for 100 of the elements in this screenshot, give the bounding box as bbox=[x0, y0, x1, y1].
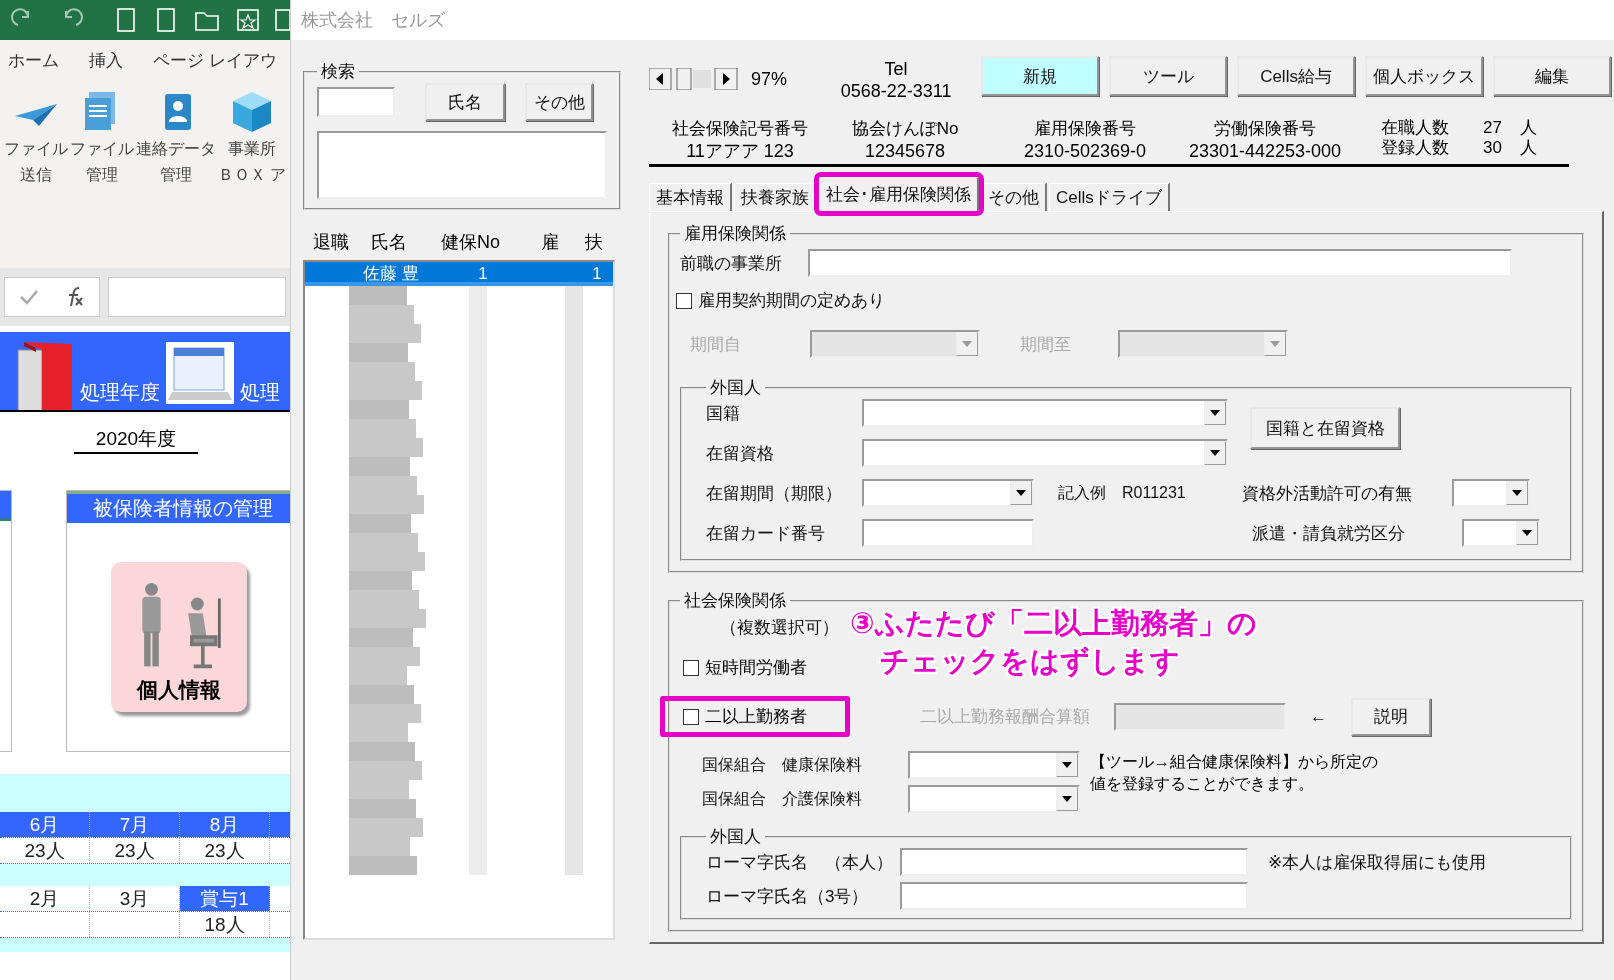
zoom-scrollbar-drawing[interactable] bbox=[649, 68, 739, 90]
group-label: 外国人 bbox=[709, 826, 762, 848]
table-cell: 6月 bbox=[0, 812, 90, 837]
calendar-icon bbox=[166, 342, 234, 404]
dropdown-field[interactable] bbox=[1452, 479, 1530, 507]
input-field[interactable] bbox=[1114, 702, 1286, 731]
field-label: 国籍 bbox=[706, 402, 741, 425]
dropdown-arrow-icon bbox=[1512, 490, 1522, 496]
hint-text: （複数選択可） bbox=[720, 617, 839, 639]
zoom-percentage: 97% bbox=[751, 68, 788, 90]
field-label: 期間至 bbox=[1020, 333, 1072, 356]
tab[interactable]: 基本情報 bbox=[649, 183, 732, 211]
hint-text: ※本人は雇保取得届にも使用 bbox=[1268, 851, 1487, 874]
formula-input[interactable] bbox=[108, 277, 286, 317]
dropdown-arrow-icon bbox=[1062, 762, 1072, 768]
dropdown-field[interactable] bbox=[908, 785, 1080, 813]
input-field[interactable] bbox=[862, 519, 1034, 547]
search-field[interactable] bbox=[317, 87, 395, 117]
dropdown-arrow-icon bbox=[1210, 410, 1220, 416]
field-label: 前職の事業所 bbox=[680, 252, 783, 275]
explain-button[interactable]: 説明 bbox=[1351, 697, 1431, 736]
info-value: 23301-442253-000 bbox=[1188, 140, 1342, 162]
ribbon-button[interactable]: 事業所 ＢＯＸ ア bbox=[218, 90, 287, 268]
year-text: 2020年度 bbox=[74, 426, 198, 454]
ribbon-button[interactable]: ファイル 管理 bbox=[70, 90, 134, 268]
column-header: 氏名 bbox=[371, 231, 408, 254]
column-header: 雇 bbox=[541, 231, 560, 254]
ribbon-button[interactable]: ファイル 送信 bbox=[4, 90, 68, 268]
tab[interactable]: その他 bbox=[981, 183, 1047, 211]
dropdown-arrow-icon bbox=[1016, 490, 1026, 496]
input-field[interactable] bbox=[900, 848, 1248, 876]
toolbar-button[interactable]: ツール bbox=[1109, 56, 1228, 96]
column-header: 健保No bbox=[441, 231, 501, 254]
search-results-field[interactable] bbox=[317, 131, 607, 199]
info-value: 11アアア 123 bbox=[686, 140, 794, 162]
field-label: 在留期間（期限） bbox=[706, 482, 843, 505]
info-value: 12345678 bbox=[864, 140, 946, 162]
count-value: 30 bbox=[1483, 138, 1502, 158]
input-field[interactable] bbox=[900, 882, 1248, 910]
checkbox[interactable] bbox=[676, 292, 692, 309]
annotation-text: ③ふたたび「二以上勤務者」の チェックをはずします bbox=[850, 606, 1257, 680]
field-label: 資格外活動許可の有無 bbox=[1242, 482, 1413, 505]
tab[interactable]: Cellsドライブ bbox=[1049, 183, 1170, 211]
dropdown-field[interactable] bbox=[908, 751, 1080, 779]
dropdown-arrow-icon bbox=[962, 341, 972, 347]
field-label: 在留資格 bbox=[706, 442, 775, 465]
quick-access-toolbar-drawing[interactable] bbox=[10, 7, 290, 33]
ribbon-tab[interactable]: ホーム bbox=[8, 48, 59, 72]
list-cell-text: 佐藤 豊 bbox=[363, 263, 420, 282]
checkbox[interactable] bbox=[683, 708, 699, 725]
list-cell-text: 1 bbox=[477, 263, 489, 282]
field-label: 二以上勤務報酬合算額 bbox=[920, 706, 1090, 728]
field-label: 派遣・請負就労区分 bbox=[1252, 522, 1406, 545]
hint-text: 【ツール→組合健康保険料】から所定の値を登録することができます。 bbox=[1090, 752, 1379, 794]
info-label: 労働保険番号 bbox=[1214, 118, 1316, 140]
count-unit: 人 bbox=[1519, 138, 1537, 158]
list-row[interactable]: 佐藤 豊 1 1 bbox=[305, 262, 613, 286]
ribbon-button[interactable]: 連絡データ 管理 bbox=[136, 90, 216, 268]
field-label: 国保組合 介護保険料 bbox=[702, 788, 863, 809]
toolbar-button[interactable]: Cells給与 bbox=[1237, 56, 1356, 96]
other-button[interactable]: その他 bbox=[525, 83, 593, 121]
toolbar-button[interactable]: 個人ボックス bbox=[1365, 56, 1484, 96]
toolbar-button[interactable]: 新規 bbox=[981, 56, 1100, 96]
nationality-status-button[interactable]: 国籍と在留資格 bbox=[1250, 407, 1400, 449]
column-header: 扶 bbox=[585, 231, 604, 254]
dropdown-arrow-icon bbox=[1210, 450, 1220, 456]
group-label: 社会保険関係 bbox=[683, 590, 787, 612]
dropdown-field[interactable] bbox=[862, 399, 1228, 427]
info-value: 2310-502369-0 bbox=[1023, 140, 1147, 162]
checkbox[interactable] bbox=[683, 659, 699, 676]
list-cell-text: 1 bbox=[591, 263, 603, 282]
ribbon-tab[interactable]: 挿入 bbox=[89, 48, 123, 72]
field-label: ローマ字氏名 （本人） bbox=[706, 851, 890, 874]
checkbox-label: 雇用契約期間の定めあり bbox=[698, 290, 885, 312]
dropdown-field[interactable] bbox=[862, 479, 1034, 507]
employee-list[interactable]: 佐藤 豊 1 1 bbox=[303, 260, 615, 940]
highlighted-checkbox-row[interactable]: 二以上勤務者 bbox=[660, 696, 850, 737]
field-label: 国保組合 健康保険料 bbox=[702, 754, 863, 775]
dropdown-field[interactable] bbox=[862, 439, 1228, 467]
info-label: 協会けんぽNo bbox=[851, 118, 959, 140]
input-field[interactable] bbox=[808, 249, 1512, 277]
count-label: 登録人数 bbox=[1381, 138, 1449, 158]
dropdown-field[interactable] bbox=[810, 330, 980, 358]
dropdown-field[interactable] bbox=[1118, 330, 1288, 358]
tab[interactable]: 扶養家族 bbox=[734, 183, 817, 211]
name-button[interactable]: 氏名 bbox=[425, 83, 505, 121]
window-title: 株式会社 セルズ bbox=[291, 0, 1614, 40]
check-icon[interactable] bbox=[19, 289, 39, 305]
dropdown-field[interactable] bbox=[1462, 519, 1540, 547]
toolbar-button[interactable]: 編集 bbox=[1493, 56, 1612, 96]
banner-label: 処理 bbox=[240, 380, 280, 405]
personal-info-button[interactable]: 個人情報 bbox=[111, 562, 247, 712]
column-header: 退職 bbox=[313, 231, 350, 254]
tel-number: 0568-22-3311 bbox=[839, 80, 953, 102]
ribbon-tab[interactable]: ページ レイアウ bbox=[153, 48, 277, 72]
field-label: 期間自 bbox=[690, 333, 742, 356]
field-label: 在留カード番号 bbox=[706, 522, 826, 545]
dropdown-arrow-icon bbox=[1062, 796, 1072, 802]
checkbox-row[interactable]: 短時間労働者 bbox=[660, 647, 850, 688]
table-cell: 7月 bbox=[90, 812, 180, 837]
